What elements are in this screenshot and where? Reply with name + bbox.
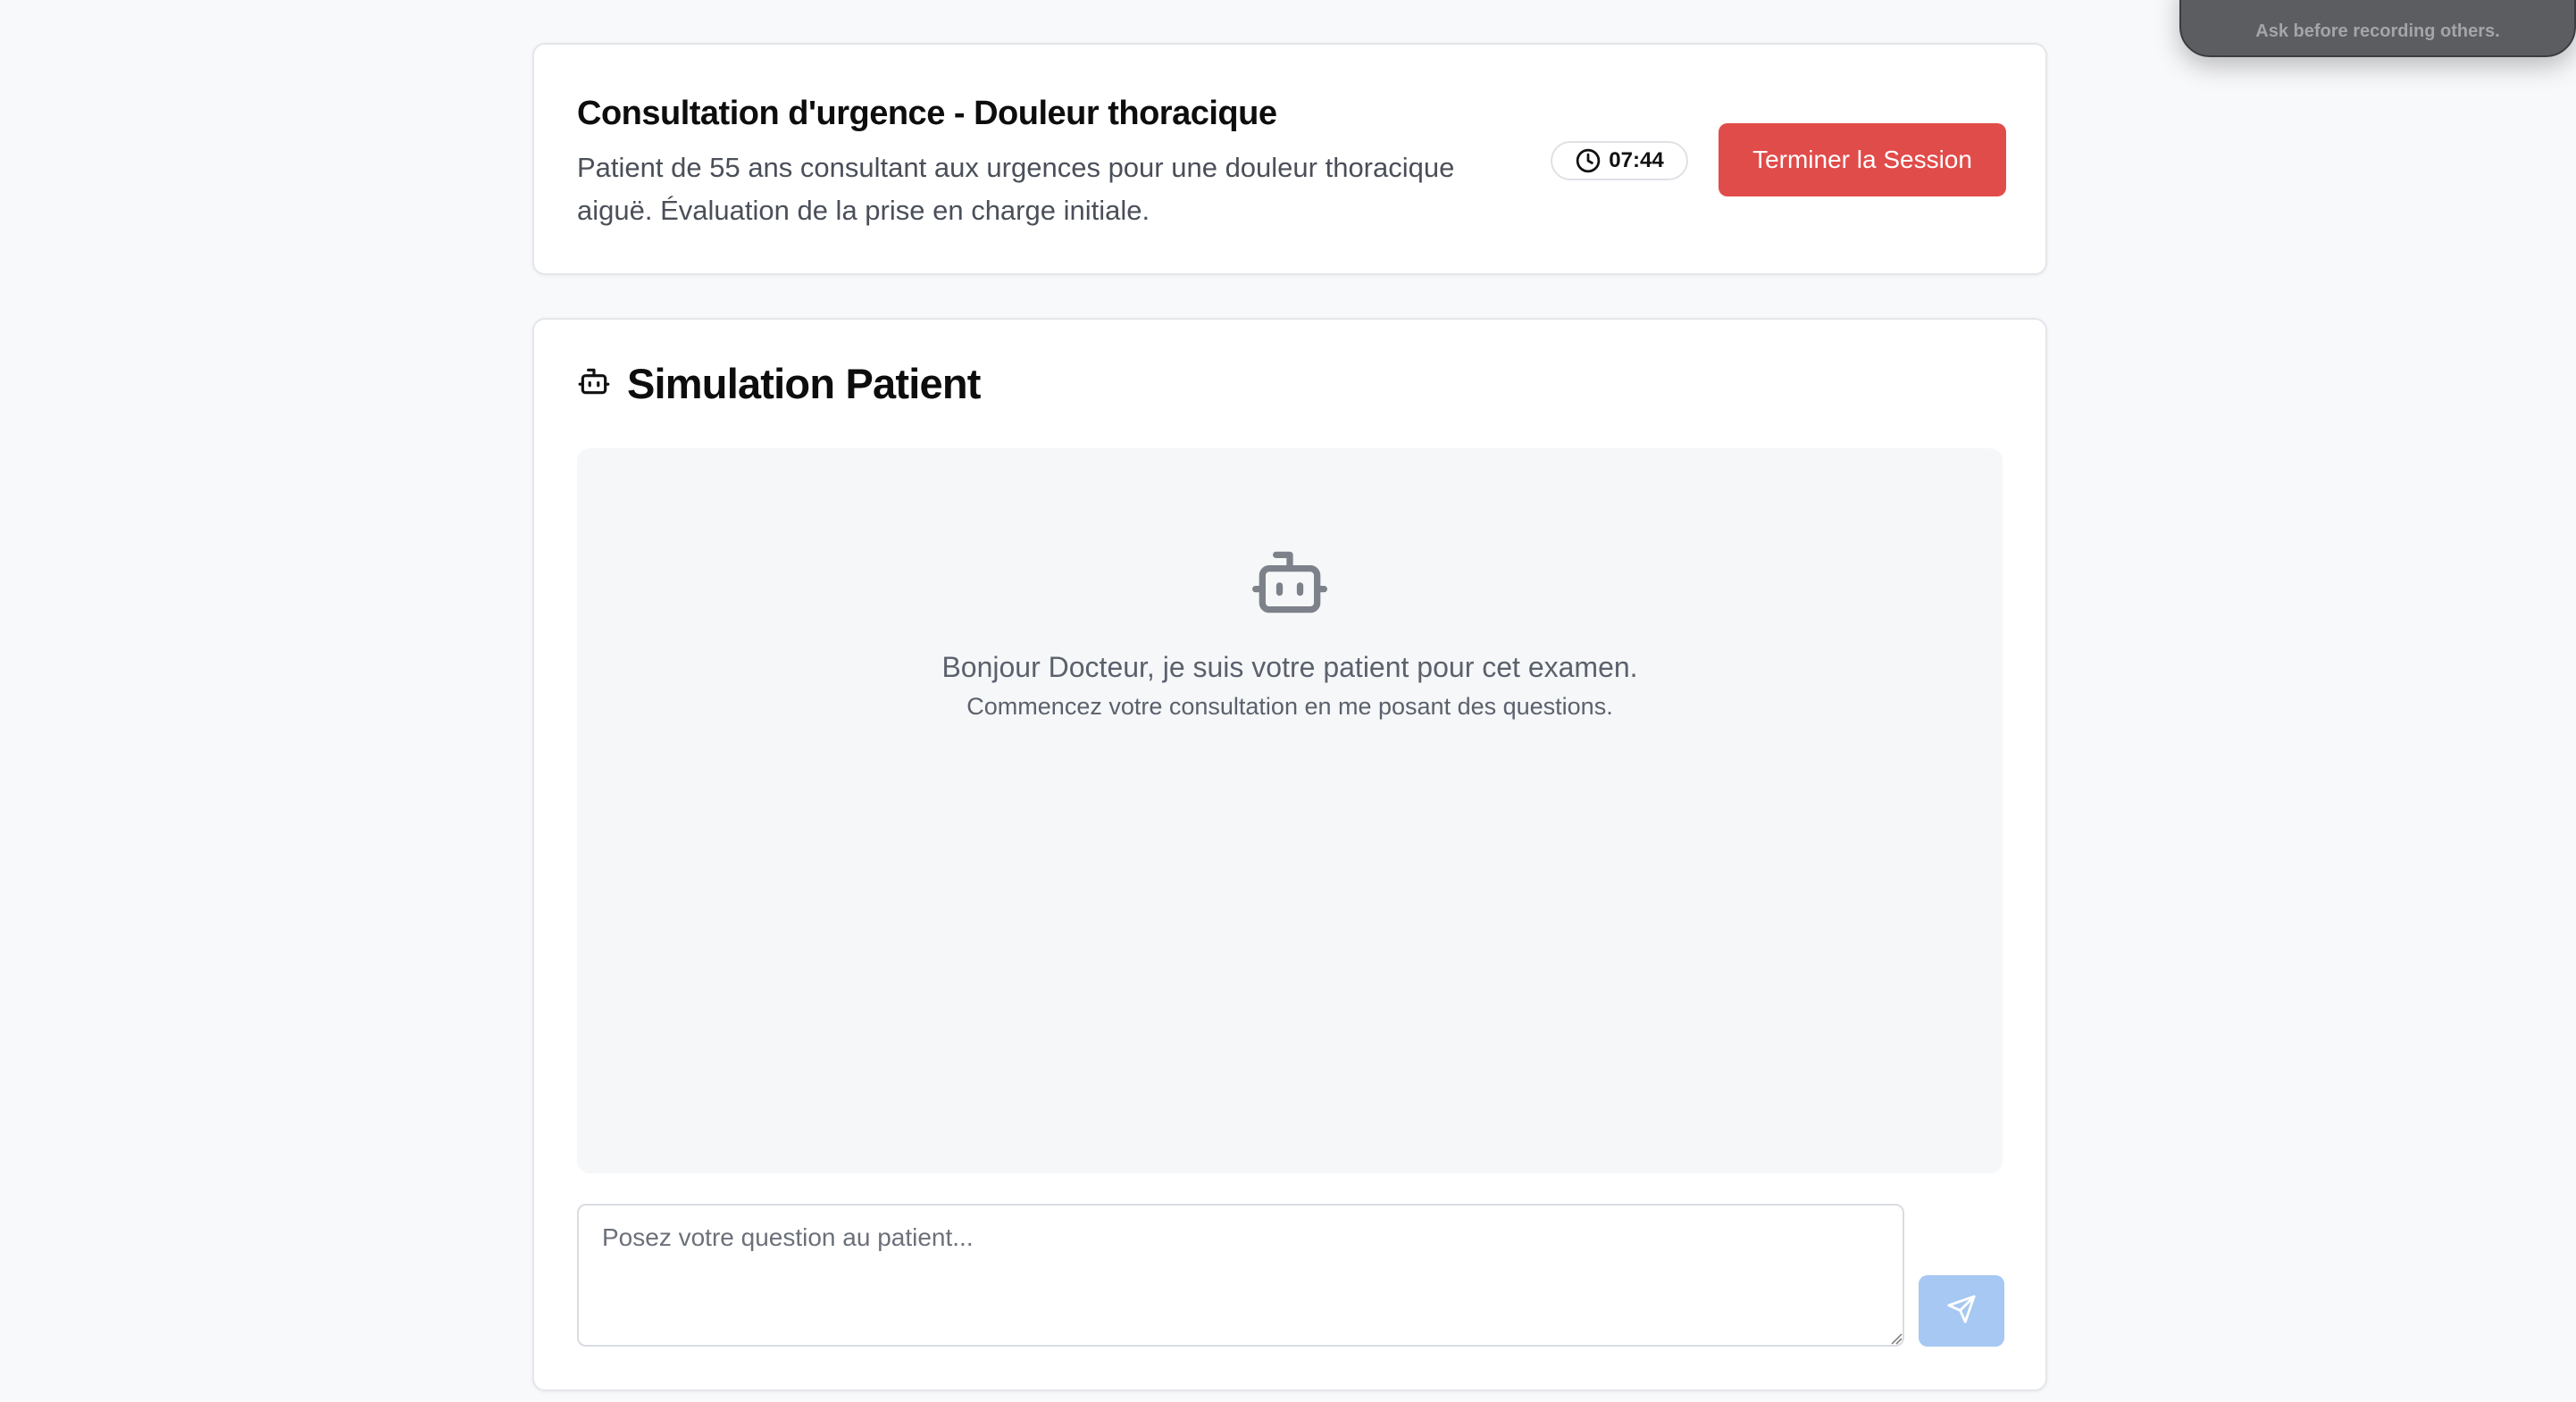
send-icon [1946, 1294, 1977, 1329]
clock-icon [1575, 147, 1602, 174]
empty-chat-state: Bonjour Docteur, je suis votre patient p… [577, 541, 2003, 721]
patient-greeting: Bonjour Docteur, je suis votre patient p… [941, 651, 1638, 683]
timer-value: 07:44 [1609, 148, 1664, 172]
simulation-header: Simulation Patient [577, 359, 981, 408]
case-title: Consultation d'urgence - Douleur thoraci… [577, 95, 1277, 132]
bot-icon [1249, 551, 1331, 627]
simulation-title: Simulation Patient [627, 360, 981, 407]
chat-message-area: Bonjour Docteur, je suis votre patient p… [577, 448, 2003, 1173]
bot-icon [577, 364, 611, 403]
resize-handle-icon[interactable] [1890, 1332, 1903, 1349]
case-header-card: Consultation d'urgence - Douleur thoraci… [532, 43, 2047, 275]
case-description: Patient de 55 ans consultant aux urgence… [577, 152, 1455, 226]
recording-notice-overlay: Ask before recording others. [2179, 0, 2576, 57]
question-input[interactable] [577, 1204, 1904, 1347]
consultation-hint: Commencez votre consultation en me posan… [966, 693, 1613, 720]
send-button[interactable] [1919, 1275, 2004, 1347]
recording-notice-text: Ask before recording others. [2255, 21, 2500, 41]
patient-simulation-card: Simulation Patient Bonjour Docteur, je s… [532, 318, 2047, 1391]
session-timer: 07:44 [1551, 141, 1688, 180]
end-session-button[interactable]: Terminer la Session [1719, 123, 2006, 196]
